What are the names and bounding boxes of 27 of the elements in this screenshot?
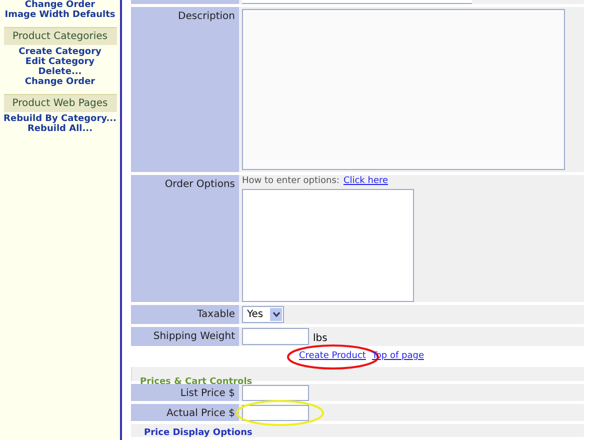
field-label: Actual Price $ xyxy=(131,404,239,421)
sidebar-link[interactable]: Edit Category xyxy=(25,57,95,67)
order-options-field[interactable] xyxy=(242,188,414,302)
section-heading: Prices & Cart Controls xyxy=(139,377,252,387)
sidebar-link[interactable]: Rebuild By Category... xyxy=(4,114,116,124)
field-label: Order Options xyxy=(131,175,239,302)
field-label: List Price $ xyxy=(131,384,239,401)
click-here-link[interactable]: Click here xyxy=(343,175,388,188)
field-label: Shipping Weight xyxy=(131,327,239,346)
field-label: Taxable xyxy=(131,305,239,324)
shipping-weight-field[interactable] xyxy=(242,328,309,345)
sidebar-link[interactable]: Change Order xyxy=(24,0,96,10)
sidebar-link[interactable]: Change Order xyxy=(24,77,96,87)
sidebar-heading: Product Categories xyxy=(4,27,116,45)
unit-text: lbs xyxy=(312,332,328,346)
taxable-select[interactable]: Yes xyxy=(242,306,284,323)
price-field[interactable] xyxy=(242,405,309,421)
sidebar-heading: Product Web Pages xyxy=(4,94,116,112)
sidebar-link[interactable]: Image Width Defaults xyxy=(4,10,116,20)
field-label: Description xyxy=(131,7,239,172)
sidebar-link[interactable]: Rebuild All... xyxy=(27,124,93,134)
sidebar-link[interactable]: Create Category xyxy=(18,47,102,57)
description-field[interactable] xyxy=(242,9,565,170)
section-heading: Price Display Options xyxy=(143,428,252,438)
hint-text: How to enter options: xyxy=(242,175,340,188)
sidebar-link[interactable]: Delete... xyxy=(38,67,82,77)
price-field[interactable] xyxy=(242,385,309,401)
